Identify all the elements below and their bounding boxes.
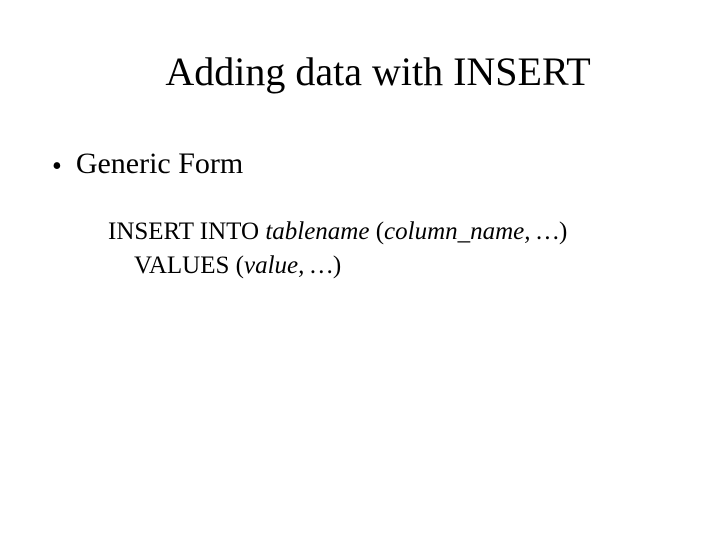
code-line-1: INSERT INTO tablename (column_name, …) [108,215,664,249]
code-text: ) [333,252,341,279]
code-italic: column_name, … [384,218,559,245]
code-text: ( [369,218,384,245]
bullet-marker: • [52,153,62,181]
code-text: INSERT INTO [108,218,265,245]
slide-title: Adding data with INSERT [92,48,664,95]
code-italic: value, … [244,252,333,279]
bullet-text: Generic Form [76,147,243,181]
code-block: INSERT INTO tablename (column_name, …) V… [108,215,664,283]
code-text: VALUES ( [134,252,244,279]
code-text: ) [559,218,567,245]
code-italic: tablename [265,218,369,245]
slide-container: Adding data with INSERT • Generic Form I… [0,0,720,283]
code-line-2: VALUES (value, …) [134,249,664,283]
bullet-item: • Generic Form [52,147,664,181]
